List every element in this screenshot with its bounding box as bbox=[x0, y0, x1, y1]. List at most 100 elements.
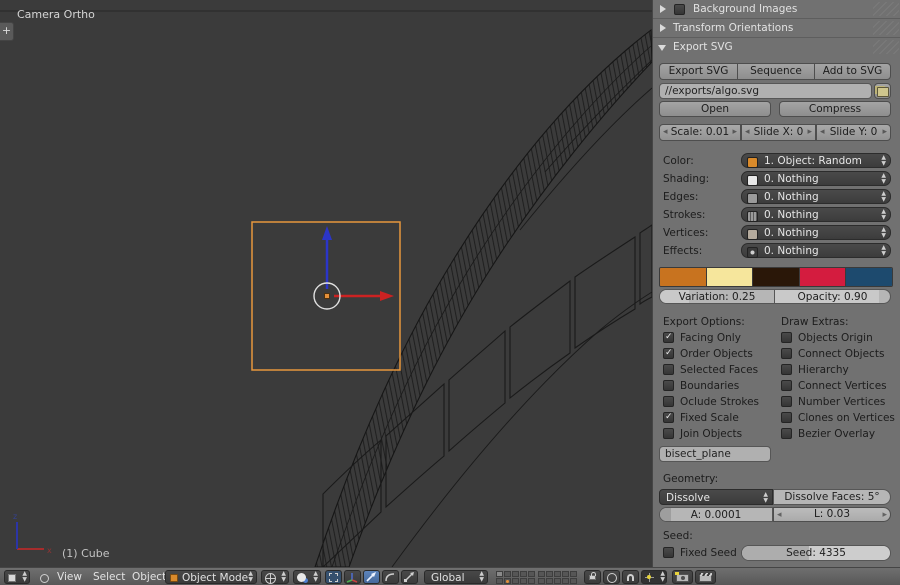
scale-manipulator-button[interactable] bbox=[401, 570, 418, 584]
connect-vertices-checkbox[interactable] bbox=[781, 380, 792, 391]
layer-grid-left[interactable] bbox=[496, 571, 535, 584]
manipulator-toggle-button[interactable] bbox=[325, 570, 342, 584]
sequence-button[interactable]: Sequence bbox=[737, 63, 814, 80]
mode-dropdown[interactable]: Object Mode ▲▼ bbox=[165, 570, 257, 584]
variation-slider[interactable]: Variation: 0.25 bbox=[659, 289, 775, 304]
menu-view[interactable]: View bbox=[57, 571, 82, 583]
render-still-button[interactable] bbox=[672, 570, 693, 584]
manipulator-axes-button[interactable] bbox=[344, 570, 361, 584]
file-path-input[interactable]: //exports/algo.svg bbox=[659, 83, 872, 99]
opacity-slider[interactable]: Opacity: 0.90 bbox=[775, 289, 891, 304]
checkbox-label[interactable]: Hierarchy bbox=[798, 364, 849, 376]
palette-swatch[interactable] bbox=[846, 268, 892, 286]
length-number-field[interactable]: L: 0.03 bbox=[773, 507, 891, 522]
expand-arrow-icon[interactable] bbox=[660, 24, 666, 32]
dropdown-arrows-icon[interactable]: ▲▼ bbox=[881, 155, 886, 167]
manipulator-x-arrowhead[interactable] bbox=[380, 291, 394, 301]
shading-dropdown[interactable]: 0. Nothing ▲▼ bbox=[741, 171, 891, 186]
layer-grid-right[interactable] bbox=[538, 571, 577, 584]
section-title[interactable]: Export SVG bbox=[673, 41, 733, 53]
dropdown-arrows-icon[interactable]: ▲▼ bbox=[248, 571, 253, 583]
checkbox-label[interactable]: Connect Objects bbox=[798, 348, 884, 360]
manipulator-z-arrowhead[interactable] bbox=[322, 226, 332, 240]
objects-origin-checkbox[interactable] bbox=[781, 332, 792, 343]
menu-select[interactable]: Select bbox=[93, 571, 125, 583]
checkbox-label[interactable]: Fixed Seed bbox=[680, 547, 737, 559]
color-dropdown[interactable]: 1. Object: Random ▲▼ bbox=[741, 153, 891, 168]
dropdown-arrows-icon[interactable]: ▲▼ bbox=[881, 227, 886, 239]
pivot-point-dropdown[interactable]: ▲▼ bbox=[261, 570, 289, 584]
export-svg-button[interactable]: Export SVG bbox=[659, 63, 737, 80]
dropdown-arrows-icon[interactable]: ▲▼ bbox=[281, 571, 286, 583]
panel-grip[interactable] bbox=[873, 21, 899, 35]
vertices-dropdown[interactable]: 0. Nothing ▲▼ bbox=[741, 225, 891, 240]
palette-swatch[interactable] bbox=[660, 268, 707, 286]
dropdown-arrows-icon[interactable]: ▲▼ bbox=[763, 492, 768, 504]
checkbox-label[interactable]: Join Objects bbox=[680, 428, 742, 440]
facing-only-checkbox[interactable] bbox=[663, 332, 674, 343]
render-animation-button[interactable] bbox=[695, 570, 716, 584]
viewport-shading-dropdown[interactable]: ▲▼ bbox=[293, 570, 321, 584]
translate-manipulator-button[interactable] bbox=[363, 570, 380, 584]
slide-y-number-field[interactable]: Slide Y: 0 bbox=[816, 124, 891, 141]
dropdown-arrows-icon[interactable]: ▲▼ bbox=[22, 571, 27, 583]
oclude-strokes-checkbox[interactable] bbox=[663, 396, 674, 407]
dropdown-arrows-icon[interactable]: ▲▼ bbox=[479, 571, 484, 583]
viewport-3d[interactable]: x z Camera Ortho (1) Cube + bbox=[0, 0, 652, 567]
add-to-svg-button[interactable]: Add to SVG bbox=[814, 63, 891, 80]
checkbox-label[interactable]: Oclude Strokes bbox=[680, 396, 759, 408]
clones-on-vertices-checkbox[interactable] bbox=[781, 412, 792, 423]
checkbox-label[interactable]: Boundaries bbox=[680, 380, 739, 392]
selected-faces-checkbox[interactable] bbox=[663, 364, 674, 375]
menu-object[interactable]: Object bbox=[132, 571, 166, 583]
fixed-seed-checkbox[interactable] bbox=[663, 547, 674, 558]
angle-slider[interactable]: A: 0.0001 bbox=[659, 507, 773, 522]
file-browse-button[interactable] bbox=[874, 83, 891, 99]
dropdown-arrows-icon[interactable]: ▲▼ bbox=[881, 173, 886, 185]
dropdown-arrows-icon[interactable]: ▲▼ bbox=[313, 571, 318, 583]
transform-manipulator[interactable] bbox=[314, 226, 394, 309]
panel-grip[interactable] bbox=[873, 2, 899, 16]
edges-dropdown[interactable]: 0. Nothing ▲▼ bbox=[741, 189, 891, 204]
bisect-plane-name-input[interactable]: bisect_plane bbox=[659, 446, 771, 462]
panel-header-transform-orientations[interactable]: Transform Orientations bbox=[653, 19, 900, 38]
checkbox-label[interactable]: Order Objects bbox=[680, 348, 753, 360]
rotate-manipulator-button[interactable] bbox=[382, 570, 399, 584]
dropdown-arrows-icon[interactable]: ▲▼ bbox=[881, 191, 886, 203]
background-images-checkbox[interactable] bbox=[674, 4, 685, 15]
palette-swatch[interactable] bbox=[753, 268, 800, 286]
editor-type-dropdown[interactable]: ▲▼ bbox=[4, 570, 30, 584]
toolshelf-expand-button[interactable]: + bbox=[0, 22, 14, 41]
checkbox-label[interactable]: Fixed Scale bbox=[680, 412, 739, 424]
bezier-overlay-checkbox[interactable] bbox=[781, 428, 792, 439]
number-vertices-checkbox[interactable] bbox=[781, 396, 792, 407]
connect-objects-checkbox[interactable] bbox=[781, 348, 792, 359]
section-title[interactable]: Transform Orientations bbox=[673, 22, 793, 34]
boundaries-checkbox[interactable] bbox=[663, 380, 674, 391]
checkbox-label[interactable]: Selected Faces bbox=[680, 364, 758, 376]
checkbox-label[interactable]: Number Vertices bbox=[798, 396, 885, 408]
section-title[interactable]: Background Images bbox=[693, 3, 797, 15]
checkbox-label[interactable]: Facing Only bbox=[680, 332, 741, 344]
open-button[interactable]: Open bbox=[659, 101, 771, 117]
dissolve-dropdown[interactable]: Dissolve ▲▼ bbox=[659, 489, 773, 505]
dropdown-arrows-icon[interactable]: ▲▼ bbox=[660, 571, 665, 583]
dissolve-faces-button[interactable]: Dissolve Faces: 5° bbox=[773, 489, 891, 505]
proportional-edit-button[interactable] bbox=[603, 570, 620, 584]
checkbox-label[interactable]: Bezier Overlay bbox=[798, 428, 875, 440]
checkbox-label[interactable]: Objects Origin bbox=[798, 332, 873, 344]
fixed-scale-checkbox[interactable] bbox=[663, 412, 674, 423]
snap-element-dropdown[interactable]: ▲▼ bbox=[641, 570, 667, 584]
collapse-menus-icon[interactable] bbox=[40, 574, 49, 583]
join-objects-checkbox[interactable] bbox=[663, 428, 674, 439]
dropdown-arrows-icon[interactable]: ▲▼ bbox=[881, 209, 886, 221]
lock-to-scene-button[interactable] bbox=[584, 570, 601, 584]
collapse-arrow-icon[interactable] bbox=[658, 45, 666, 51]
effects-dropdown[interactable]: 0. Nothing ▲▼ bbox=[741, 243, 891, 258]
hierarchy-checkbox[interactable] bbox=[781, 364, 792, 375]
expand-arrow-icon[interactable] bbox=[660, 5, 666, 13]
palette-swatch[interactable] bbox=[707, 268, 754, 286]
checkbox-label[interactable]: Clones on Vertices bbox=[798, 412, 895, 424]
dropdown-arrows-icon[interactable]: ▲▼ bbox=[881, 245, 886, 257]
strokes-dropdown[interactable]: 0. Nothing ▲▼ bbox=[741, 207, 891, 222]
